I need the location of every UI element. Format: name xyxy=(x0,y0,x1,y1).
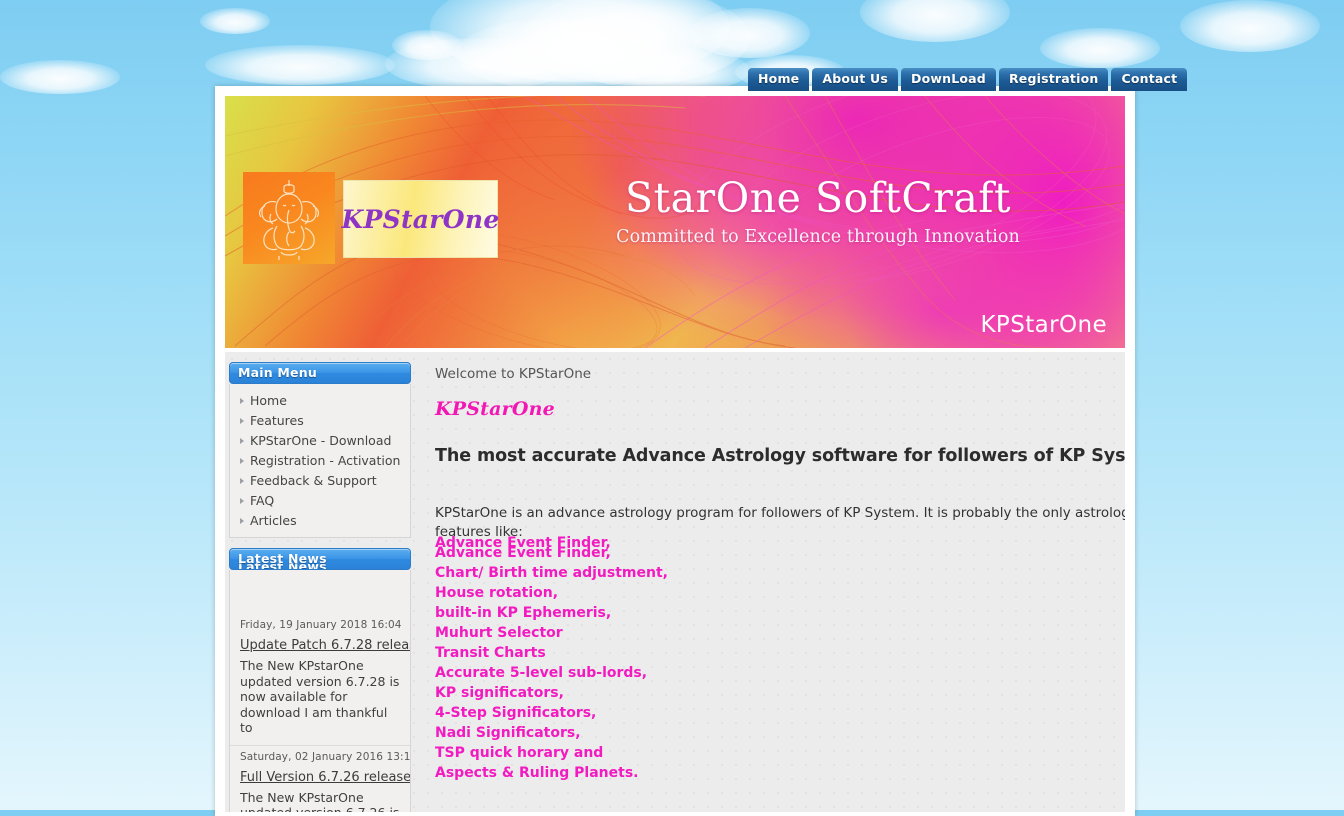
feature-item: Chart/ Birth time adjustment, xyxy=(435,565,668,581)
feature-item: 4-Step Significators, xyxy=(435,705,597,721)
news-list-spacer xyxy=(230,570,410,614)
bullet-arrow-icon xyxy=(240,518,244,524)
bullet-arrow-icon xyxy=(240,478,244,484)
sidebar-item-features[interactable]: Features xyxy=(230,411,410,431)
sidebar-item-label: FAQ xyxy=(250,493,275,508)
feature-item: Nadi Significators, xyxy=(435,725,581,741)
nav-tab-home[interactable]: Home xyxy=(748,68,810,91)
main-menu-header: Main Menu xyxy=(229,362,411,384)
feature-item: TSP quick horary and xyxy=(435,745,604,761)
news-date: Saturday, 02 January 2016 13:14 xyxy=(240,750,411,763)
main-menu-panel: Main Menu Home Features KPStarOne - Down… xyxy=(229,362,411,538)
brand-heading: KPStarOne xyxy=(435,398,555,420)
bullet-arrow-icon xyxy=(240,438,244,444)
bullet-arrow-icon xyxy=(240,458,244,464)
sidebar: Main Menu Home Features KPStarOne - Down… xyxy=(225,352,421,812)
main-menu-list: Home Features KPStarOne - Download Regis… xyxy=(229,384,411,538)
sidebar-item-articles[interactable]: Articles xyxy=(230,511,410,531)
sidebar-item-label: Registration - Activation xyxy=(250,453,401,468)
top-navigation: Home About Us DownLoad Registration Cont… xyxy=(748,68,1188,91)
nav-tab-download[interactable]: DownLoad xyxy=(901,68,996,91)
feature-item: Transit Charts xyxy=(435,645,546,661)
sidebar-item-faq[interactable]: FAQ xyxy=(230,491,410,511)
main-menu-title: Main Menu xyxy=(238,365,317,380)
feature-list: Advance Event Finder, Advance Event Find… xyxy=(435,535,1125,783)
news-date: Friday, 19 January 2018 16:04 xyxy=(240,619,402,631)
nav-tab-contact[interactable]: Contact xyxy=(1111,68,1188,91)
feature-item: Accurate 5-level sub-lords, xyxy=(435,665,648,681)
nav-tab-about-us[interactable]: About Us xyxy=(812,68,898,91)
feature-item: built-in KP Ephemeris, xyxy=(435,605,612,621)
sidebar-item-label: Home xyxy=(250,393,287,408)
content-area: Main Menu Home Features KPStarOne - Down… xyxy=(225,352,1125,812)
sidebar-item-label: KPStarOne - Download xyxy=(250,433,392,448)
nav-tab-registration[interactable]: Registration xyxy=(998,68,1109,91)
banner-watermark: KPStarOne xyxy=(980,312,1107,338)
banner-tagline: Committed to Excellence through Innovati… xyxy=(616,227,1020,247)
site-banner: KPStarOne StarOne SoftCraft Committed to… xyxy=(225,96,1125,348)
sidebar-item-label: Articles xyxy=(250,513,297,528)
latest-news-header: Latest News Latest News xyxy=(229,548,411,570)
bullet-arrow-icon xyxy=(240,418,244,424)
latest-news-title: Latest News xyxy=(238,551,327,566)
cloud-shape xyxy=(205,45,395,85)
sidebar-item-feedback-support[interactable]: Feedback & Support xyxy=(230,471,410,491)
cloud-shape xyxy=(200,8,270,34)
main-content: Welcome to KPStarOne KPStarOne The most … xyxy=(421,352,1125,812)
cloud-shape xyxy=(1180,0,1320,52)
sidebar-item-registration[interactable]: Registration - Activation xyxy=(230,451,410,471)
cloud-shape xyxy=(1040,28,1160,68)
cloud-shape xyxy=(0,60,120,94)
latest-news-list: Friday, 19 January 2018 16:04 Update Pat… xyxy=(229,570,411,812)
feature-item: Aspects & Ruling Planets. xyxy=(435,765,639,781)
news-excerpt: The New KPstarOne updated version 6.7.28… xyxy=(240,658,400,735)
feature-item-ghost: Advance Event Finder, xyxy=(435,535,611,551)
bullet-arrow-icon xyxy=(240,498,244,504)
news-item: Friday, 19 January 2018 16:04 Update Pat… xyxy=(230,614,410,746)
feature-item: KP significators, xyxy=(435,685,564,701)
page-headline: The most accurate Advance Astrology soft… xyxy=(435,446,1125,466)
cloud-shape xyxy=(392,30,462,60)
news-item: Saturday, 02 January 2016 13:14 Full Ver… xyxy=(230,746,410,813)
news-title-link[interactable]: Update Patch 6.7.28 released xyxy=(240,638,410,653)
intro-paragraph-line1: KPStarOne is an advance astrology progra… xyxy=(435,505,1125,521)
latest-news-panel: Latest News Latest News Friday, 19 Janua… xyxy=(229,548,411,812)
sidebar-item-label: Feedback & Support xyxy=(250,473,377,488)
banner-heading-group: StarOne SoftCraft Committed to Excellenc… xyxy=(225,174,1111,247)
feature-item: Muhurt Selector xyxy=(435,625,563,641)
sidebar-item-download[interactable]: KPStarOne - Download xyxy=(230,431,410,451)
news-excerpt: The New KPstarOne updated version 6.7.26… xyxy=(240,789,399,813)
sidebar-item-label: Features xyxy=(250,413,304,428)
sidebar-item-home[interactable]: Home xyxy=(230,391,410,411)
feature-item: House rotation, xyxy=(435,585,559,601)
bullet-arrow-icon xyxy=(240,398,244,404)
cloud-shape xyxy=(860,0,1010,42)
welcome-text: Welcome to KPStarOne xyxy=(435,366,592,382)
news-title-link[interactable]: Full Version 6.7.26 released xyxy=(240,770,410,785)
page-container: KPStarOne StarOne SoftCraft Committed to… xyxy=(215,86,1135,816)
banner-title: StarOne SoftCraft xyxy=(625,174,1011,222)
cloud-shape xyxy=(690,8,810,58)
